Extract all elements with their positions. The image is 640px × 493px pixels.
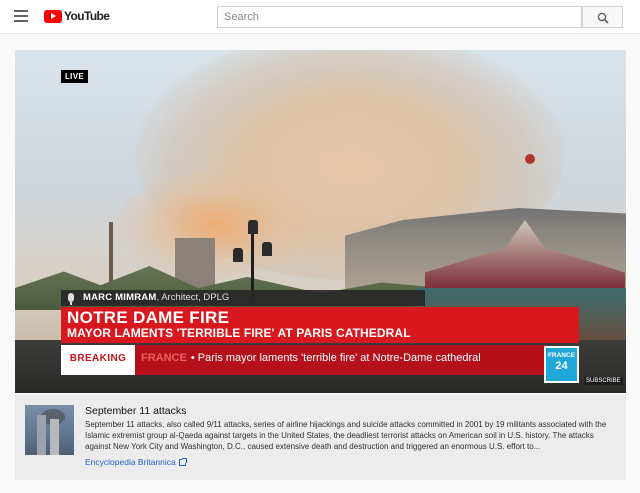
ticker-country: FRANCE: [141, 352, 187, 364]
ticker-text-row: FRANCE • Paris mayor laments 'terrible fi…: [141, 352, 481, 364]
speaker-name: MARC MIMRAM: [83, 292, 157, 303]
source-link[interactable]: Encyclopedia Britannica: [85, 457, 187, 467]
speaker-role: , Architect, DPLG: [156, 292, 230, 303]
info-title: September 11 attacks: [85, 405, 187, 417]
france24-logo-bottom: 24: [555, 360, 568, 372]
youtube-logo[interactable]: YouTube: [44, 9, 110, 23]
headline-main: NOTRE DAME FIRE: [67, 308, 230, 327]
menu-icon[interactable]: [14, 10, 28, 22]
logo-text: YouTube: [64, 9, 110, 23]
live-badge: LIVE: [61, 70, 88, 83]
information-panel: September 11 attacks September 11 attack…: [15, 395, 626, 480]
fire-glow: [115, 170, 315, 280]
video-player[interactable]: LIVE MARC MIMRAM, Architect, DPLG NOTRE …: [15, 50, 626, 393]
cathedral-spire: [109, 222, 113, 282]
street-lamp: [233, 220, 273, 300]
ticker-text: • Paris mayor laments 'terrible fire' at…: [190, 352, 481, 364]
source-link-text[interactable]: Encyclopedia Britannica: [85, 457, 176, 467]
subscribe-watermark[interactable]: SUBSCRIBE: [584, 377, 623, 385]
masthead: YouTube Search: [0, 0, 640, 34]
speaker-lower-third: MARC MIMRAM, Architect, DPLG: [61, 290, 425, 306]
search-icon: [597, 12, 609, 24]
search-input[interactable]: Search: [217, 6, 582, 28]
external-link-icon: [178, 457, 187, 466]
carousel-finial: [525, 154, 535, 164]
headline-sub: MAYOR LAMENTS 'TERRIBLE FIRE' AT PARIS C…: [67, 326, 411, 340]
breaking-news-ticker: BREAKING FRANCE • Paris mayor laments 'te…: [61, 345, 547, 375]
info-description: September 11 attacks, also called 9/11 a…: [85, 420, 607, 451]
search-button[interactable]: [582, 6, 623, 28]
france24-logo-top: FRANCE: [547, 352, 576, 359]
microphone-icon: [68, 293, 74, 305]
headline-banner: NOTRE DAME FIRE MAYOR LAMENTS 'TERRIBLE …: [61, 307, 579, 343]
breaking-label: BREAKING: [61, 345, 135, 375]
info-thumbnail: [25, 405, 74, 455]
france24-logo: FRANCE 24: [544, 346, 579, 383]
youtube-play-icon: [44, 9, 62, 23]
